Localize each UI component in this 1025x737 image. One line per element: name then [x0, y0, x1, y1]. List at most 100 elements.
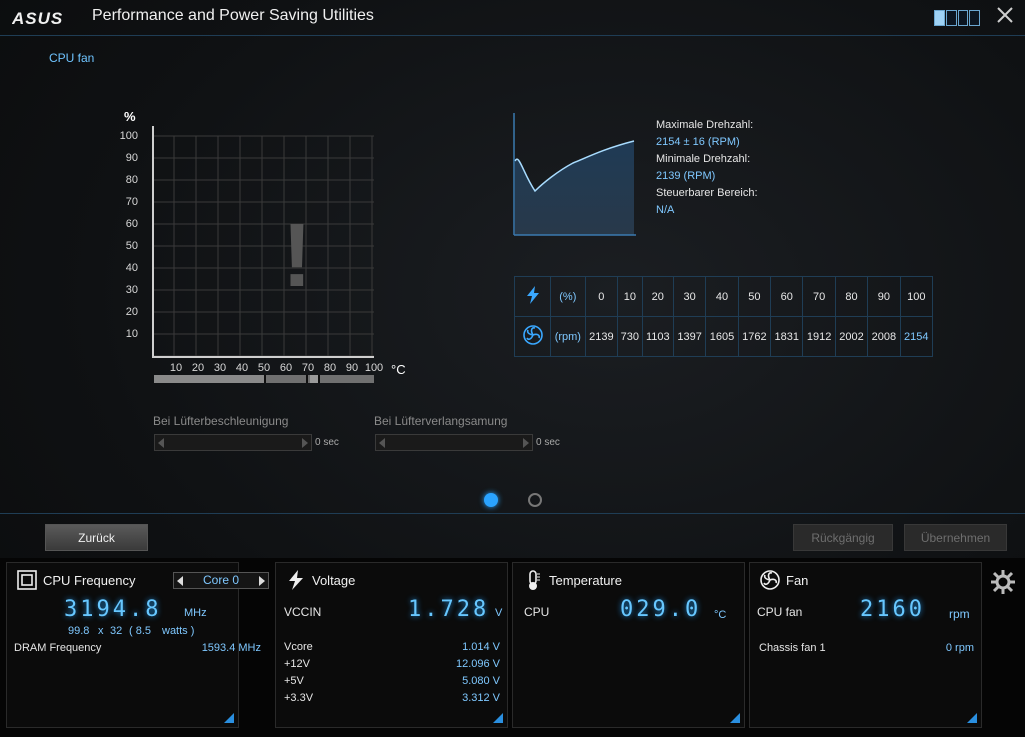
lightning-icon [289, 570, 303, 590]
warning-icon: ! [282, 206, 312, 306]
cpu-fan-label: CPU fan [757, 605, 803, 619]
expand-corner-icon[interactable] [224, 713, 234, 723]
y-tick-label: 70 [125, 196, 138, 208]
percent-cell: 50 [737, 276, 772, 317]
range-label: Steuerbarer Bereich: [656, 187, 758, 199]
x-tick-label: 20 [191, 362, 205, 374]
arrow-left-icon[interactable] [379, 438, 385, 448]
y-tick-label: 40 [125, 262, 138, 274]
rpm-cell: 2002 [834, 316, 869, 357]
layout-cell-icon [945, 10, 957, 26]
max-rpm-value: 2154 ± 16 (RPM) [656, 136, 740, 148]
back-button[interactable]: Zurück [45, 524, 148, 551]
x-tick-label: 70 [301, 362, 315, 374]
arrow-left-icon[interactable] [158, 438, 164, 448]
rpm-info: Maximale Drehzahl: 2154 ± 16 (RPM) Minim… [656, 117, 758, 219]
apply-button[interactable]: Übernehmen [904, 524, 1007, 551]
arrow-right-icon[interactable] [259, 576, 265, 586]
title-bar: ASUS Performance and Power Saving Utilit… [0, 0, 1025, 36]
voltage-row-label: Vcore [284, 641, 313, 653]
power-unit: watts ) [162, 625, 195, 637]
rpm-cell: 2008 [867, 316, 901, 357]
x-tick-label: 80 [323, 362, 337, 374]
gear-icon[interactable] [989, 568, 1017, 596]
cpu-frequency-unit: MHz [184, 607, 207, 619]
multiplier-value: 32 [110, 625, 123, 637]
expand-corner-icon[interactable] [730, 713, 740, 723]
expand-corner-icon[interactable] [493, 713, 503, 723]
percent-cell: 40 [705, 276, 739, 317]
rpm-response-graph [513, 113, 636, 236]
y-axis-ticks: 100 90 80 70 60 50 40 30 20 10 [112, 126, 138, 346]
percent-cell: 90 [867, 276, 901, 317]
bclk-value: 99.8 [68, 625, 90, 637]
cpu-panel-title: CPU Frequency [43, 573, 136, 588]
lightning-icon [514, 276, 551, 317]
cpu-fan-value: 2160 [860, 597, 925, 622]
y-tick-label: 100 [119, 130, 138, 142]
arrow-right-icon[interactable] [302, 438, 308, 448]
voltage-panel[interactable]: Voltage VCCIN 1.728 V Vcore 1.014 V +12V 12… [275, 562, 508, 728]
fan-panel[interactable]: Fan CPU fan 2160 rpm Chassis fan 1 0 rpm [749, 562, 982, 728]
page-dot-2[interactable] [528, 493, 542, 507]
voltage-panel-title: Voltage [312, 573, 356, 588]
layout-toggle-button[interactable] [934, 10, 980, 26]
y-tick-label: 90 [125, 152, 138, 164]
fan-curve-graph[interactable]: ! [152, 126, 374, 358]
voltage-row-label: +12V [284, 658, 310, 670]
dram-label: DRAM Frequency [14, 642, 102, 654]
accel-delay-value: 0 sec [315, 437, 339, 448]
x-tick-label: 90 [345, 362, 359, 374]
fan-icon [760, 570, 780, 590]
fan-speed-table: (%) 0 10 20 30 40 50 60 70 80 90 100 (rpm) 2139 730… [514, 276, 934, 357]
rpm-cell: 1397 [672, 316, 707, 357]
thermometer-icon [529, 570, 540, 590]
rpm-cell: 1912 [802, 316, 836, 357]
voltage-row-value: 1.014 V [462, 641, 500, 653]
decel-delay-value: 0 sec [536, 437, 560, 448]
fan-panel-title: Fan [786, 573, 809, 588]
undo-button[interactable]: Rückgängig [793, 524, 893, 551]
percent-cell: 20 [641, 276, 674, 317]
accel-delay-slider[interactable] [154, 434, 312, 451]
core-selector[interactable]: Core 0 [173, 572, 269, 589]
vccin-value: 1.728 [408, 597, 490, 622]
x-tick-label: 50 [257, 362, 271, 374]
cpu-frequency-panel[interactable]: CPU Frequency Core 0 3194.8 MHz 99.8 x 3… [6, 562, 269, 728]
core-selector-value: Core 0 [202, 573, 240, 587]
x-tick-label: 10 [169, 362, 183, 374]
min-rpm-label: Minimale Drehzahl: [656, 153, 751, 165]
percent-cell: 0 [584, 276, 619, 317]
vccin-label: VCCIN [284, 605, 322, 619]
app-title: Performance and Power Saving Utilities [92, 7, 374, 24]
decel-delay-label: Bei Lüfterverlangsamung [374, 414, 508, 428]
arrow-left-icon[interactable] [177, 576, 183, 586]
temperature-panel[interactable]: Temperature CPU 029.0 °C [512, 562, 745, 728]
close-icon [997, 7, 1013, 23]
y-tick-label: 20 [125, 306, 138, 318]
accel-delay-label: Bei Lüfterbeschleunigung [153, 414, 289, 428]
rpm-cell: 1605 [705, 316, 739, 357]
expand-corner-icon[interactable] [967, 713, 977, 723]
chassis-fan-label: Chassis fan 1 [759, 642, 826, 654]
y-tick-label: 60 [125, 218, 138, 230]
app-window: ASUS Performance and Power Saving Utilit… [0, 0, 1025, 737]
layout-cell-icon [969, 10, 980, 26]
x-tick-label: 30 [213, 362, 227, 374]
close-button[interactable] [994, 6, 1016, 28]
temperature-indicator-bar [154, 375, 374, 383]
max-rpm-label: Maximale Drehzahl: [656, 119, 754, 131]
x-tick-label: 100 [364, 362, 384, 374]
decel-delay-slider[interactable] [375, 434, 533, 451]
monitor-bar: CPU Frequency Core 0 3194.8 MHz 99.8 x 3… [0, 558, 1025, 737]
fan-icon [514, 316, 551, 357]
page-dot-1[interactable] [484, 493, 498, 507]
cpu-fan-unit: rpm [949, 607, 970, 621]
arrow-right-icon[interactable] [523, 438, 529, 448]
cpu-icon [17, 570, 37, 590]
percent-cell: 80 [834, 276, 869, 317]
percent-cell: 10 [617, 276, 643, 317]
x-axis-ticks: 10 20 30 40 50 60 70 80 90 100 [166, 362, 386, 376]
rpm-cell: 1103 [641, 316, 674, 357]
rpm-cell: 2154 [899, 316, 934, 357]
